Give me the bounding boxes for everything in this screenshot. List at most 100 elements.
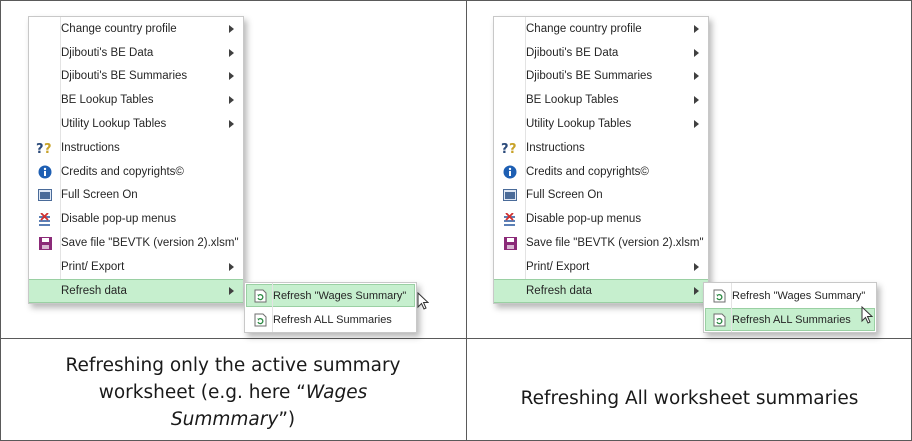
menu-item-be-lookup-tables[interactable]: BE Lookup Tables (494, 88, 708, 112)
refresh-icon (247, 313, 273, 327)
menu-item-be-summaries[interactable]: Djibouti's BE Summaries (29, 65, 243, 89)
menu-item-save-file[interactable]: Save file "BEVTK (version 2).xlsm" (494, 231, 708, 255)
menu-item-change-country-profile[interactable]: Change country profile (494, 17, 708, 41)
submenu-arrow-icon (694, 120, 699, 129)
context-menu: Change country profile Djibouti's BE Dat… (493, 16, 709, 304)
menu-item-label: BE Lookup Tables (526, 94, 619, 107)
help-icon: ?? (494, 137, 526, 159)
submenu-arrow-icon (694, 262, 699, 271)
menu-item-label: Credits and copyrights© (526, 165, 649, 178)
menu-item-label: Instructions (61, 141, 120, 154)
menu-item-disable-popup[interactable]: Disable pop-up menus (494, 207, 708, 231)
menu-item-instructions[interactable]: ?? Instructions (494, 136, 708, 160)
menu-item-instructions[interactable]: ?? Instructions (29, 136, 243, 160)
caption-text: ”) (278, 409, 296, 430)
svg-text:?: ? (36, 142, 44, 155)
submenu-gutter (731, 283, 732, 332)
menu-item-label: Djibouti's BE Data (61, 46, 154, 59)
disable-menu-icon (29, 208, 61, 230)
submenu-item-label: Refresh ALL Summaries (732, 313, 851, 326)
submenu-arrow-icon (229, 286, 234, 295)
context-menu: Change country profile Djibouti's BE Dat… (28, 16, 244, 304)
left-caption: Refreshing only the active summary works… (0, 352, 466, 433)
menu-item-label: Djibouti's BE Data (526, 46, 619, 59)
svg-text:?: ? (509, 142, 517, 155)
info-icon (494, 161, 526, 183)
menu-item-save-file[interactable]: Save file "BEVTK (version 2).xlsm" (29, 231, 243, 255)
save-icon (494, 232, 526, 254)
mouse-cursor-icon (861, 306, 873, 324)
caption-line: worksheet (e.g. here “Wages (0, 379, 466, 406)
submenu-arrow-icon (229, 24, 234, 33)
menu-item-label: Djibouti's BE Summaries (61, 70, 188, 83)
fullscreen-icon (494, 185, 526, 207)
caption-line: Summmary”) (0, 406, 466, 433)
menu-item-label: Utility Lookup Tables (526, 118, 632, 131)
menu-item-be-lookup-tables[interactable]: BE Lookup Tables (29, 88, 243, 112)
menu-item-label: Change country profile (61, 22, 177, 35)
submenu-arrow-icon (694, 96, 699, 105)
submenu-gutter (272, 283, 273, 332)
menu-item-refresh-data[interactable]: Refresh data (29, 278, 243, 303)
menu-item-credits[interactable]: Credits and copyrights© (29, 160, 243, 184)
svg-text:?: ? (501, 142, 509, 155)
menu-item-label: Disable pop-up menus (526, 213, 642, 226)
submenu-arrow-icon (229, 262, 234, 271)
svg-text:?: ? (44, 142, 52, 155)
refresh-submenu: Refresh "Wages Summary" Refresh ALL Summ… (703, 282, 877, 333)
submenu-arrow-icon (694, 48, 699, 57)
row-divider (0, 338, 912, 339)
submenu-arrow-icon (229, 72, 234, 81)
menu-item-credits[interactable]: Credits and copyrights© (494, 160, 708, 184)
submenu-arrow-icon (694, 24, 699, 33)
menu-item-utility-lookup-tables[interactable]: Utility Lookup Tables (29, 112, 243, 136)
menu-item-be-summaries[interactable]: Djibouti's BE Summaries (494, 65, 708, 89)
submenu-item-label: Refresh ALL Summaries (273, 313, 392, 326)
menu-item-label: Save file "BEVTK (version 2).xlsm" (526, 237, 704, 250)
right-caption: Refreshing All worksheet summaries (520, 388, 859, 409)
menu-item-label: Credits and copyrights© (61, 165, 184, 178)
menu-item-label: Full Screen On (526, 189, 603, 202)
submenu-item-label: Refresh "Wages Summary" (732, 289, 866, 302)
mouse-cursor-icon (417, 292, 429, 310)
caption-line: Refreshing only the active summary (65, 355, 401, 376)
menu-item-label: Print/ Export (61, 260, 125, 273)
caption-emphasis: Wages (305, 382, 368, 403)
menu-item-disable-popup[interactable]: Disable pop-up menus (29, 207, 243, 231)
menu-item-be-data[interactable]: Djibouti's BE Data (29, 41, 243, 65)
menu-item-full-screen[interactable]: Full Screen On (29, 184, 243, 208)
refresh-icon (706, 313, 732, 327)
menu-item-print-export[interactable]: Print/ Export (494, 255, 708, 279)
caption-text: worksheet (e.g. here “ (98, 382, 306, 403)
menu-item-label: Full Screen On (61, 189, 138, 202)
menu-item-label: BE Lookup Tables (61, 94, 154, 107)
refresh-icon (706, 289, 732, 303)
menu-item-label: Change country profile (526, 22, 642, 35)
menu-item-label: Print/ Export (526, 260, 590, 273)
menu-item-label: Refresh data (61, 284, 127, 297)
left-screenshot-panel: Change country profile Djibouti's BE Dat… (0, 0, 466, 338)
menu-item-refresh-data[interactable]: Refresh data (494, 278, 708, 303)
disable-menu-icon (494, 208, 526, 230)
right-screenshot-panel: Change country profile Djibouti's BE Dat… (467, 0, 912, 338)
help-icon: ?? (29, 137, 61, 159)
menu-item-utility-lookup-tables[interactable]: Utility Lookup Tables (494, 112, 708, 136)
fullscreen-icon (29, 185, 61, 207)
info-icon (29, 161, 61, 183)
submenu-arrow-icon (229, 48, 234, 57)
submenu-arrow-icon (694, 72, 699, 81)
menu-item-change-country-profile[interactable]: Change country profile (29, 17, 243, 41)
submenu-arrow-icon (694, 286, 699, 295)
menu-item-full-screen[interactable]: Full Screen On (494, 184, 708, 208)
save-icon (29, 232, 61, 254)
menu-item-print-export[interactable]: Print/ Export (29, 255, 243, 279)
menu-item-be-data[interactable]: Djibouti's BE Data (494, 41, 708, 65)
refresh-submenu: Refresh "Wages Summary" Refresh ALL Summ… (244, 282, 417, 333)
submenu-item-label: Refresh "Wages Summary" (273, 289, 407, 302)
menu-item-label: Save file "BEVTK (version 2).xlsm" (61, 237, 239, 250)
caption-emphasis: Summmary (170, 409, 279, 430)
refresh-icon (247, 289, 273, 303)
menu-item-label: Instructions (526, 141, 585, 154)
submenu-arrow-icon (229, 96, 234, 105)
menu-item-label: Disable pop-up menus (61, 213, 177, 226)
